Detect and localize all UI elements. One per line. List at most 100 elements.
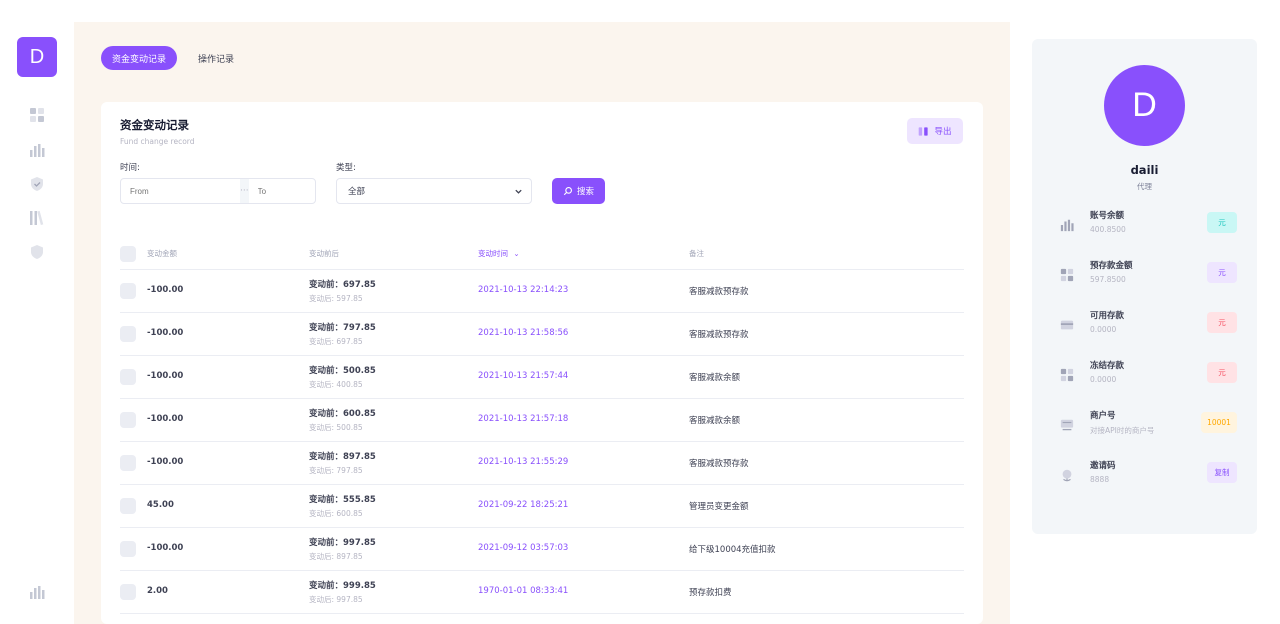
cell-time: 2021-10-13 21:58:56 bbox=[478, 328, 569, 338]
globe-icon bbox=[1059, 467, 1075, 483]
stat-item: 冻结存款 0.0000 元 bbox=[1032, 359, 1257, 399]
row-checkbox[interactable] bbox=[120, 498, 136, 514]
cell-before: 变动前：797.85 bbox=[309, 323, 376, 333]
cell-note: 给下级10004充值扣款 bbox=[689, 545, 776, 555]
cell-time: 1970-01-01 08:33:41 bbox=[478, 586, 569, 596]
type-select[interactable]: 全部 bbox=[336, 178, 532, 204]
stat-label: 冻结存款 bbox=[1090, 361, 1125, 371]
date-range-picker: ··· bbox=[120, 178, 368, 204]
header-note[interactable]: 备注 bbox=[689, 248, 704, 259]
avatar[interactable]: D bbox=[1104, 65, 1185, 146]
card-subtitle: Fund change record bbox=[120, 137, 195, 146]
bar-chart-icon[interactable] bbox=[29, 142, 45, 158]
stat-label: 账号余额 bbox=[1090, 211, 1125, 221]
cell-after: 变动后: 500.85 bbox=[309, 423, 363, 432]
tab-bar: 资金变动记录 操作记录 bbox=[101, 46, 245, 70]
type-label: 类型: bbox=[336, 163, 356, 173]
cell-note: 客服减款预存款 bbox=[689, 287, 749, 297]
cell-amount: 45.00 bbox=[147, 500, 174, 510]
stat-item: 商户号对接API时的商户号 10001 bbox=[1032, 409, 1257, 449]
left-rail: D bbox=[0, 0, 74, 624]
header-before-after[interactable]: 变动前后 bbox=[309, 248, 339, 259]
table-header: 变动金额 变动前后 变动时间 ⌄ 备注 bbox=[120, 242, 964, 270]
shield-icon[interactable] bbox=[29, 176, 45, 192]
table-row: -100.00 变动前：600.85 变动后: 500.85 2021-10-13 2… bbox=[120, 399, 964, 442]
cell-after: 变动后: 797.85 bbox=[309, 466, 363, 475]
cell-note: 客服减款余额 bbox=[689, 373, 741, 383]
table-row: 45.00 变动前：555.85 变动后: 600.85 2021-09-22 18:… bbox=[120, 485, 964, 528]
export-label: 导出 bbox=[934, 127, 952, 137]
cell-after: 变动后: 997.85 bbox=[309, 595, 363, 604]
stat-value: 597.8500 bbox=[1090, 275, 1126, 284]
header-time[interactable]: 变动时间 ⌄ bbox=[478, 248, 520, 259]
stat-label: 可用存款 bbox=[1090, 311, 1125, 321]
row-checkbox[interactable] bbox=[120, 584, 136, 600]
tab-operation-log[interactable]: 操作记录 bbox=[187, 46, 245, 70]
terminal-icon bbox=[1059, 417, 1075, 433]
stat-item: 可用存款 0.0000 元 bbox=[1032, 309, 1257, 349]
stat-item: 邀请码 8888 复制 bbox=[1032, 459, 1257, 499]
chevron-down-icon bbox=[515, 189, 522, 194]
cell-before: 变动前：600.85 bbox=[309, 409, 376, 419]
export-button[interactable]: 导出 bbox=[907, 118, 963, 144]
cell-time: 2021-09-12 03:57:03 bbox=[478, 543, 569, 553]
cell-time: 2021-09-22 18:25:21 bbox=[478, 500, 569, 510]
stats-icon[interactable] bbox=[29, 584, 45, 600]
cell-amount: -100.00 bbox=[147, 285, 184, 295]
cell-time: 2021-10-13 21:57:18 bbox=[478, 414, 569, 424]
stat-badge[interactable]: 元 bbox=[1207, 312, 1237, 333]
cell-after: 变动后: 600.85 bbox=[309, 509, 363, 518]
header-time-label: 变动时间 bbox=[478, 249, 508, 258]
stat-label: 邀请码 bbox=[1090, 461, 1116, 471]
row-checkbox[interactable] bbox=[120, 369, 136, 385]
time-label: 时间: bbox=[120, 163, 140, 173]
library-icon[interactable] bbox=[29, 210, 45, 226]
stat-value: 8888 bbox=[1090, 475, 1110, 484]
cell-time: 2021-10-13 21:57:44 bbox=[478, 371, 569, 381]
card-title: 资金变动记录 bbox=[120, 118, 189, 132]
cell-amount: 2.00 bbox=[147, 586, 168, 596]
table-row: -100.00 变动前：500.85 变动后: 400.85 2021-10-13 2… bbox=[120, 356, 964, 399]
row-checkbox[interactable] bbox=[120, 326, 136, 342]
date-from-input[interactable] bbox=[121, 179, 240, 203]
stat-badge[interactable]: 元 bbox=[1207, 362, 1237, 383]
header-amount[interactable]: 变动金额 bbox=[147, 248, 177, 259]
stat-label: 商户号 bbox=[1090, 411, 1116, 421]
cell-note: 客服减款预存款 bbox=[689, 459, 749, 469]
user-role: 代理 bbox=[1137, 182, 1152, 191]
stat-badge[interactable]: 复制 bbox=[1207, 462, 1237, 483]
row-checkbox[interactable] bbox=[120, 412, 136, 428]
grid-icon bbox=[1059, 267, 1075, 283]
select-all-checkbox[interactable] bbox=[120, 246, 136, 262]
stat-value: 0.0000 bbox=[1090, 375, 1117, 384]
stat-badge[interactable]: 元 bbox=[1207, 212, 1237, 233]
row-checkbox[interactable] bbox=[120, 283, 136, 299]
cell-before: 变动前：897.85 bbox=[309, 452, 376, 462]
type-selected-value: 全部 bbox=[348, 187, 366, 197]
stat-item: 预存款金额 597.8500 元 bbox=[1032, 259, 1257, 299]
search-button[interactable]: 搜索 bbox=[552, 178, 605, 204]
row-checkbox[interactable] bbox=[120, 541, 136, 557]
dashboard-icon[interactable] bbox=[29, 107, 45, 123]
logo-button[interactable]: D bbox=[17, 37, 57, 77]
cell-amount: -100.00 bbox=[147, 414, 184, 424]
stat-value: 400.8500 bbox=[1090, 225, 1126, 234]
stat-value: 0.0000 bbox=[1090, 325, 1117, 334]
cell-after: 变动后: 897.85 bbox=[309, 552, 363, 561]
date-separator: ··· bbox=[240, 179, 249, 203]
tab-fund-change[interactable]: 资金变动记录 bbox=[101, 46, 178, 70]
table-row: -100.00 变动前：997.85 变动后: 897.85 2021-09-12 0… bbox=[120, 528, 964, 571]
cell-before: 变动前：555.85 bbox=[309, 495, 376, 505]
stat-badge[interactable]: 元 bbox=[1207, 262, 1237, 283]
user-name: daili bbox=[1130, 163, 1159, 177]
stat-value: 对接API时的商户号 bbox=[1090, 426, 1155, 435]
stat-badge[interactable]: 10001 bbox=[1201, 412, 1237, 433]
table-row: 2.00 变动前：999.85 变动后: 997.85 1970-01-01 08:3… bbox=[120, 571, 964, 614]
grid-icon bbox=[1059, 367, 1075, 383]
cell-note: 客服减款余额 bbox=[689, 416, 741, 426]
shield-check-icon[interactable] bbox=[29, 244, 45, 260]
bar-chart-icon bbox=[1059, 217, 1075, 233]
cell-after: 变动后: 400.85 bbox=[309, 380, 363, 389]
cell-time: 2021-10-13 21:55:29 bbox=[478, 457, 569, 467]
row-checkbox[interactable] bbox=[120, 455, 136, 471]
